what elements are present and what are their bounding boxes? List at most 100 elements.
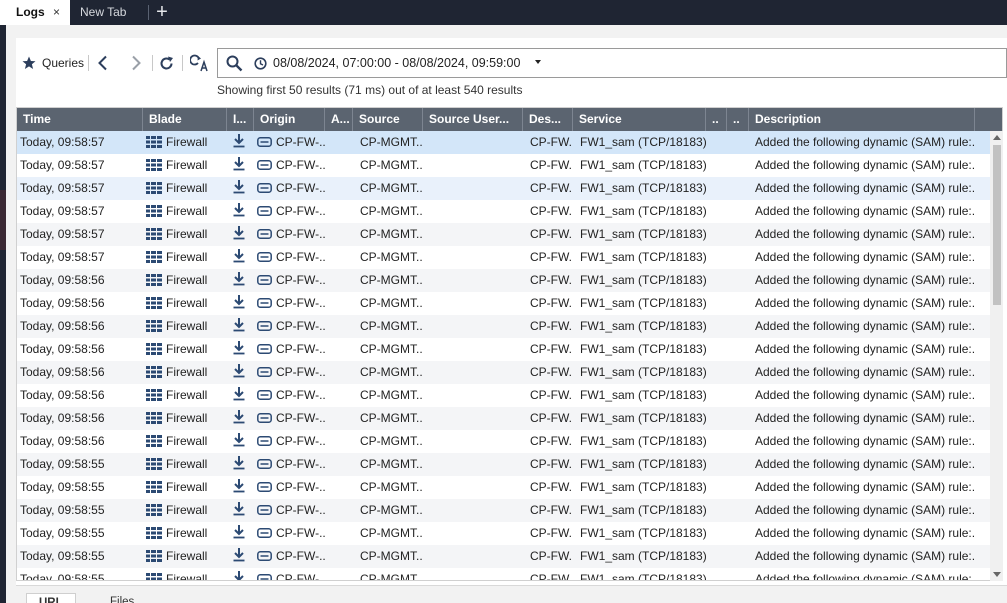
tab-url[interactable]: URL	[26, 593, 76, 603]
cell-source-text: CP-MGMT...	[360, 227, 423, 241]
column-header-destination[interactable]: Des...	[523, 108, 573, 131]
column-header-description[interactable]: Description	[749, 108, 975, 131]
table-row[interactable]: Today, 09:58:57 Firewall CP-FW-... CP-MGMT.…	[17, 200, 991, 223]
cell-origin: CP-FW-...	[254, 407, 325, 430]
column-header-time[interactable]: Time	[17, 108, 143, 131]
cell-source-text: CP-MGMT...	[360, 549, 423, 563]
incoming-arrow-icon	[233, 226, 245, 240]
scroll-up-icon[interactable]	[993, 135, 1001, 140]
cell-origin: CP-FW-...	[254, 315, 325, 338]
search-icon[interactable]	[226, 55, 243, 72]
cell-time-text: Today, 09:58:56	[20, 365, 105, 379]
cell-service: FW1_sam (TCP/18183)	[577, 177, 706, 200]
cell-source-text: CP-MGMT...	[360, 365, 423, 379]
table-row[interactable]: Today, 09:58:57 Firewall CP-FW-... CP-MGMT.…	[17, 246, 991, 269]
cell-origin: CP-FW-...	[254, 568, 325, 580]
cell-service: FW1_sam (TCP/18183)	[577, 361, 706, 384]
scroll-down-icon[interactable]	[993, 572, 1001, 577]
cell-source: CP-MGMT...	[357, 453, 423, 476]
cell-description-text: Added the following dynamic (SAM) rule:.…	[755, 388, 976, 402]
cell-time: Today, 09:58:55	[17, 522, 141, 545]
cell-time: Today, 09:58:55	[17, 476, 141, 499]
column-header-i[interactable]: I...	[227, 108, 254, 131]
cell-time: Today, 09:58:57	[17, 223, 141, 246]
table-row[interactable]: Today, 09:58:55 Firewall CP-FW-... CP-MGMT.…	[17, 499, 991, 522]
results-summary: Showing first 50 results (71 ms) out of …	[217, 83, 523, 97]
cell-blade: Firewall	[143, 568, 227, 581]
cell-time-text: Today, 09:58:56	[20, 342, 105, 356]
refresh-button[interactable]	[158, 47, 175, 79]
table-row[interactable]: Today, 09:58:56 Firewall CP-FW-... CP-MGMT.…	[17, 407, 991, 430]
queries-button[interactable]: Queries	[22, 47, 84, 79]
cell-description: Added the following dynamic (SAM) rule:.…	[752, 499, 976, 522]
table-row[interactable]: Today, 09:58:55 Firewall CP-FW-... CP-MGMT.…	[17, 545, 991, 568]
column-header-a[interactable]: A...	[325, 108, 353, 131]
cell-time-text: Today, 09:58:56	[20, 434, 105, 448]
search-input[interactable]: 08/08/2024, 07:00:00 - 08/08/2024, 09:59…	[217, 48, 1007, 78]
cell-destination: CP-FW...	[527, 476, 573, 499]
column-header-source[interactable]: Source	[353, 108, 423, 131]
tab-bar: Logs × New Tab +	[0, 0, 1007, 25]
table-row[interactable]: Today, 09:58:56 Firewall CP-FW-... CP-MGMT.…	[17, 269, 991, 292]
date-range-selector[interactable]: 08/08/2024, 07:00:00 - 08/08/2024, 09:59…	[273, 49, 520, 77]
vertical-scrollbar[interactable]	[990, 131, 1003, 581]
cell-time-text: Today, 09:58:55	[20, 572, 105, 581]
incoming-arrow-icon	[233, 502, 245, 516]
table-row[interactable]: Today, 09:58:56 Firewall CP-FW-... CP-MGMT.…	[17, 315, 991, 338]
cell-source-text: CP-MGMT...	[360, 158, 423, 172]
table-row[interactable]: Today, 09:58:55 Firewall CP-FW-... CP-MGMT.…	[17, 476, 991, 499]
add-tab-icon[interactable]: +	[153, 0, 171, 25]
table-row[interactable]: Today, 09:58:57 Firewall CP-FW-... CP-MGMT.…	[17, 131, 991, 154]
cell-source-user	[425, 223, 523, 246]
table-row[interactable]: Today, 09:58:55 Firewall CP-FW-... CP-MGMT.…	[17, 568, 991, 581]
query-language-button[interactable]	[190, 47, 210, 79]
scrollbar-thumb[interactable]	[993, 145, 1001, 305]
close-icon[interactable]: ×	[53, 0, 60, 25]
table-row[interactable]: Today, 09:58:57 Firewall CP-FW-... CP-MGMT.…	[17, 154, 991, 177]
table-row[interactable]: Today, 09:58:56 Firewall CP-FW-... CP-MGMT.…	[17, 361, 991, 384]
cell-blade: Firewall	[143, 361, 227, 384]
cell-description: Added the following dynamic (SAM) rule:.…	[752, 430, 976, 453]
tab-new-tab[interactable]: New Tab	[80, 0, 126, 25]
dropdown-caret-icon[interactable]	[535, 60, 541, 64]
cell-source-user	[425, 430, 523, 453]
cell-source: CP-MGMT...	[357, 476, 423, 499]
cell-description: Added the following dynamic (SAM) rule:.…	[752, 453, 976, 476]
column-header-source-user[interactable]: Source User...	[423, 108, 523, 131]
cell-source-text: CP-MGMT...	[360, 434, 423, 448]
cell-service-text: FW1_sam (TCP/18183)	[580, 411, 706, 425]
cell-destination-text: CP-FW...	[530, 457, 573, 471]
table-row[interactable]: Today, 09:58:56 Firewall CP-FW-... CP-MGMT.…	[17, 338, 991, 361]
cell-blade: Firewall	[143, 522, 227, 545]
tab-logs[interactable]: Logs ×	[0, 0, 70, 25]
incoming-arrow-icon	[233, 180, 245, 194]
back-button[interactable]	[96, 47, 110, 79]
cell-description-text: Added the following dynamic (SAM) rule:.…	[755, 480, 976, 494]
table-row[interactable]: Today, 09:58:56 Firewall CP-FW-... CP-MGMT.…	[17, 384, 991, 407]
column-header-blade[interactable]: Blade	[143, 108, 227, 131]
forward-button[interactable]	[129, 47, 143, 79]
cell-description: Added the following dynamic (SAM) rule:.…	[752, 177, 976, 200]
table-row[interactable]: Today, 09:58:55 Firewall CP-FW-... CP-MGMT.…	[17, 453, 991, 476]
cell-direction	[229, 407, 254, 430]
table-row[interactable]: Today, 09:58:56 Firewall CP-FW-... CP-MGMT.…	[17, 292, 991, 315]
cell-blade: Firewall	[143, 177, 227, 200]
cell-time-text: Today, 09:58:55	[20, 457, 105, 471]
table-row[interactable]: Today, 09:58:57 Firewall CP-FW-... CP-MGMT.…	[17, 177, 991, 200]
cell-source-text: CP-MGMT...	[360, 319, 423, 333]
table-row[interactable]: Today, 09:58:57 Firewall CP-FW-... CP-MGMT.…	[17, 223, 991, 246]
cell-description: Added the following dynamic (SAM) rule:.…	[752, 338, 976, 361]
cell-source: CP-MGMT...	[357, 499, 423, 522]
table-row[interactable]: Today, 09:58:55 Firewall CP-FW-... CP-MGMT.…	[17, 522, 991, 545]
cell-origin-text: CP-FW-...	[276, 273, 325, 287]
tab-files[interactable]: Files	[98, 593, 146, 603]
column-header-collapsed-1[interactable]: ..	[706, 108, 727, 131]
cell-description-text: Added the following dynamic (SAM) rule:.…	[755, 296, 976, 310]
incoming-arrow-icon	[233, 295, 245, 309]
column-header-origin[interactable]: Origin	[254, 108, 325, 131]
column-header-collapsed-2[interactable]: ..	[727, 108, 749, 131]
cell-blade-text: Firewall	[166, 572, 208, 581]
column-header-service[interactable]: Service	[573, 108, 706, 131]
cell-time-text: Today, 09:58:56	[20, 296, 105, 310]
table-row[interactable]: Today, 09:58:56 Firewall CP-FW-... CP-MGMT.…	[17, 430, 991, 453]
